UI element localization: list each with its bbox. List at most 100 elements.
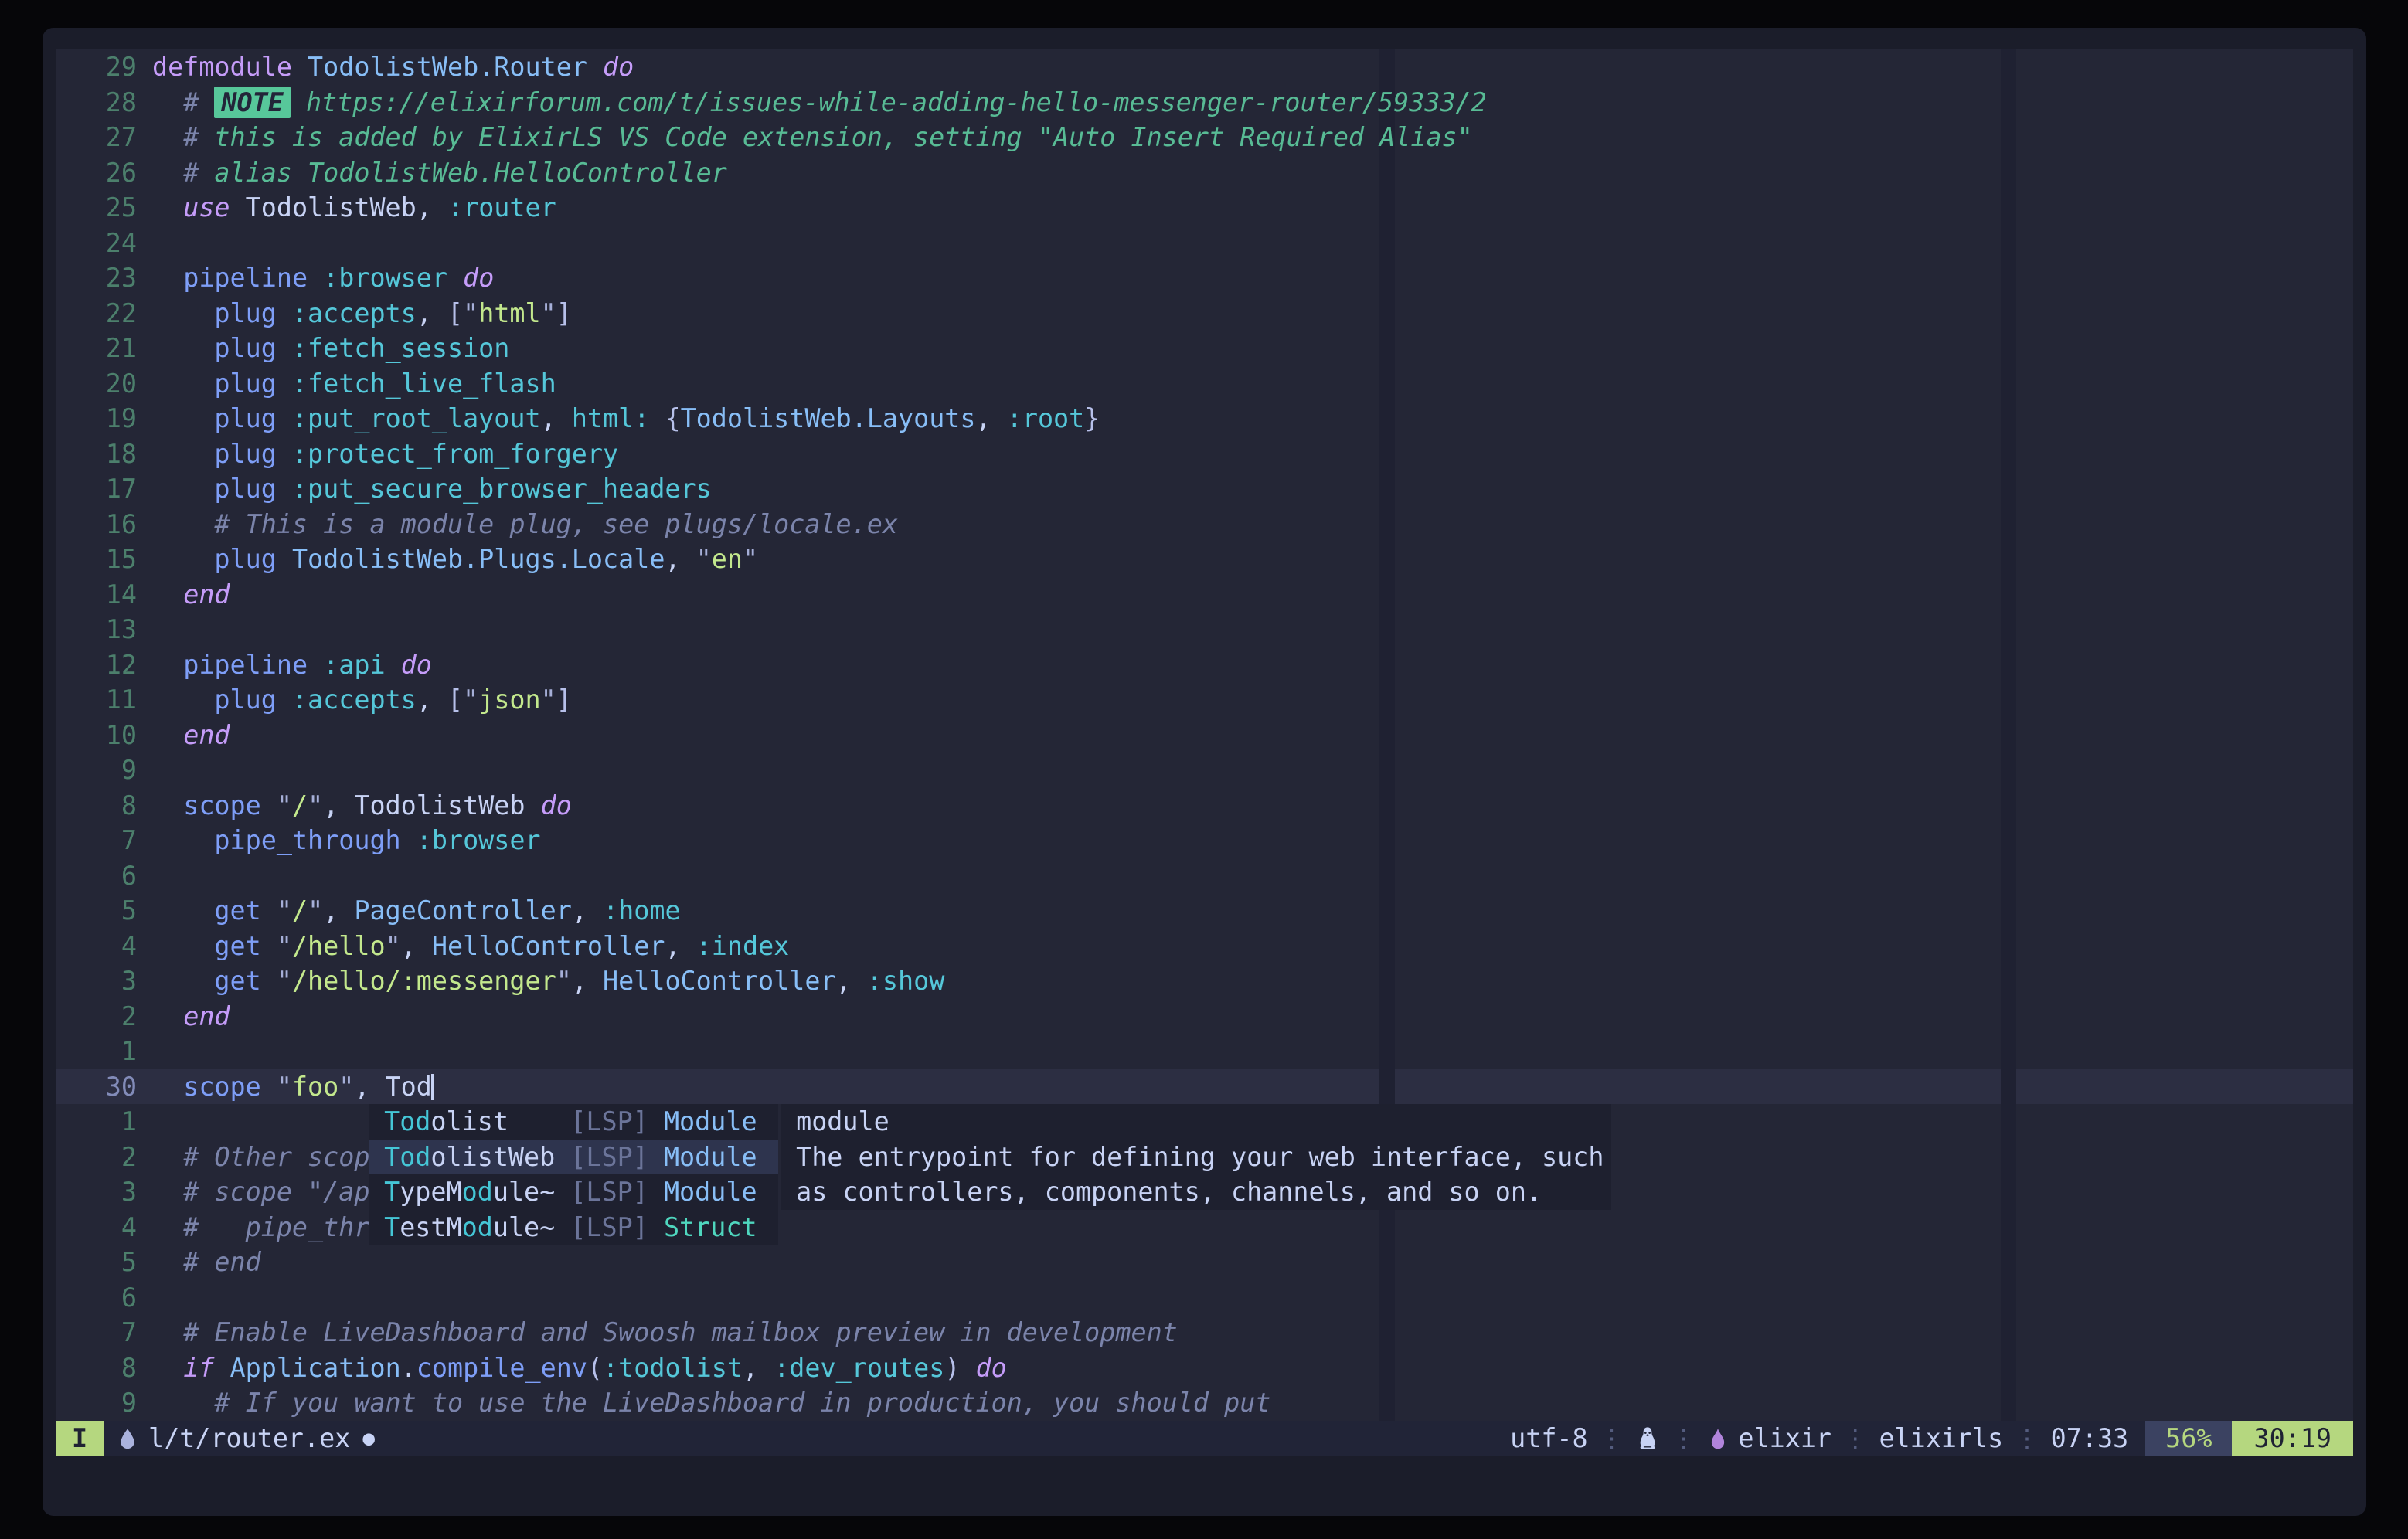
line-number: 28 [56, 85, 152, 121]
editor-pane[interactable]: 29defmodule TodolistWeb.Router do28 # NO… [56, 49, 2353, 1421]
code-line[interactable]: 5 # end [56, 1245, 2353, 1280]
line-number: 10 [56, 718, 152, 753]
line-number: 26 [56, 155, 152, 191]
line-number: 11 [56, 682, 152, 718]
screen: 29defmodule TodolistWeb.Router do28 # NO… [0, 0, 2408, 1539]
code-line[interactable]: 18 plug :protect_from_forgery [56, 437, 2353, 472]
code-line[interactable]: 9 [56, 753, 2353, 788]
clock: 07:33 [2051, 1423, 2129, 1453]
statusline-right: utf-8 ⋮ ⋮ elixir ⋮ elixirls ⋮ 07:33 56% … [1510, 1421, 2353, 1456]
line-number: 27 [56, 120, 152, 155]
line-number: 4 [56, 929, 152, 964]
code-line[interactable]: 4 get "/hello", HelloController, :index [56, 929, 2353, 964]
separator-icon: ⋮ [1842, 1423, 1868, 1453]
completion-docs: moduleThe entrypoint for defining your w… [781, 1104, 1611, 1210]
linux-penguin-icon [1635, 1425, 1660, 1452]
code-line[interactable]: 30 scope "foo", Tod [56, 1069, 2353, 1105]
statusline: I l/t/router.ex ● utf-8 ⋮ ⋮ elixir ⋮ eli… [56, 1421, 2353, 1456]
code-line[interactable]: 8 scope "/", TodolistWeb do [56, 788, 2353, 824]
code-line[interactable]: 2 end [56, 999, 2353, 1034]
code-line[interactable]: 20 plug :fetch_live_flash [56, 366, 2353, 402]
line-number: 2 [56, 1140, 152, 1175]
line-number: 1 [56, 1034, 152, 1069]
code-line[interactable]: 25 use TodolistWeb, :router [56, 190, 2353, 226]
code-line[interactable]: 23 pipeline :browser do [56, 260, 2353, 296]
completion-item[interactable]: TodolistWeb[LSP] Module [369, 1140, 778, 1175]
line-number: 5 [56, 1245, 152, 1280]
completion-item[interactable]: TypeModule~[LSP] Module [369, 1174, 778, 1210]
text-cursor [431, 1074, 434, 1100]
line-number: 6 [56, 858, 152, 894]
line-number: 21 [56, 331, 152, 366]
line-number: 19 [56, 401, 152, 437]
line-number: 15 [56, 542, 152, 577]
elixir-droplet-icon [1707, 1425, 1729, 1452]
mode-indicator: I [56, 1421, 104, 1456]
cursor-position: 30:19 [2232, 1421, 2353, 1456]
code-line[interactable]: 6 [56, 1280, 2353, 1316]
code-line[interactable]: 5 get "/", PageController, :home [56, 893, 2353, 929]
code-line[interactable]: 9 # If you want to use the LiveDashboard… [56, 1385, 2353, 1421]
doc-line: The entrypoint for defining your web int… [781, 1140, 1611, 1175]
line-number: 22 [56, 296, 152, 331]
line-number: 18 [56, 437, 152, 472]
filename: l/t/router.ex [148, 1423, 350, 1453]
doc-line: module [781, 1104, 1611, 1140]
code-line[interactable]: 11 plug :accepts, ["json"] [56, 682, 2353, 718]
code-line[interactable]: 13 [56, 612, 2353, 647]
line-number: 14 [56, 577, 152, 613]
code-line[interactable]: 29defmodule TodolistWeb.Router do [56, 49, 2353, 85]
separator-icon: ⋮ [2014, 1423, 2039, 1453]
code-line[interactable]: 1 [56, 1034, 2353, 1069]
code-line[interactable]: 7 # Enable LiveDashboard and Swoosh mail… [56, 1315, 2353, 1350]
line-number: 29 [56, 49, 152, 85]
code-line[interactable]: 17 plug :put_secure_browser_headers [56, 471, 2353, 507]
code-line[interactable]: 7 pipe_through :browser [56, 823, 2353, 858]
code-line[interactable]: 21 plug :fetch_session [56, 331, 2353, 366]
line-number: 7 [56, 1315, 152, 1350]
scroll-percent: 56% [2145, 1421, 2232, 1456]
code-line[interactable]: 16 # This is a module plug, see plugs/lo… [56, 507, 2353, 542]
line-number: 9 [56, 753, 152, 788]
line-number: 17 [56, 471, 152, 507]
line-number: 9 [56, 1385, 152, 1421]
line-number: 3 [56, 963, 152, 999]
line-number: 24 [56, 226, 152, 261]
code-line[interactable]: 26 # alias TodolistWeb.HelloController [56, 155, 2353, 191]
code-line[interactable]: 14 end [56, 577, 2353, 613]
modified-indicator: ● [362, 1427, 375, 1450]
code-line[interactable]: 12 pipeline :api do [56, 647, 2353, 683]
line-number: 13 [56, 612, 152, 647]
code-line[interactable]: 6 [56, 858, 2353, 894]
lsp-client: elixirls [1879, 1423, 2003, 1453]
code-line[interactable]: 8 if Application.compile_env(:todolist, … [56, 1350, 2353, 1386]
line-number: 12 [56, 647, 152, 683]
completion-item[interactable]: Todolist[LSP] Module [369, 1104, 778, 1140]
terminal-window: 29defmodule TodolistWeb.Router do28 # NO… [43, 28, 2366, 1516]
line-number: 5 [56, 893, 152, 929]
line-number: 1 [56, 1104, 152, 1140]
code-line[interactable]: 15 plug TodolistWeb.Plugs.Locale, "en" [56, 542, 2353, 577]
line-number: 4 [56, 1210, 152, 1245]
line-number: 20 [56, 366, 152, 402]
code-line[interactable]: 24 [56, 226, 2353, 261]
line-number: 8 [56, 788, 152, 824]
line-number: 6 [56, 1280, 152, 1316]
line-number: 25 [56, 190, 152, 226]
line-number: 8 [56, 1350, 152, 1386]
line-number: 3 [56, 1174, 152, 1210]
completion-popup[interactable]: Todolist[LSP] ModuleTodolistWeb[LSP] Mod… [369, 1104, 778, 1245]
filetype: elixir [1738, 1423, 1832, 1453]
line-number: 16 [56, 507, 152, 542]
code-line[interactable]: 22 plug :accepts, ["html"] [56, 296, 2353, 331]
code-line[interactable]: 10 end [56, 718, 2353, 753]
code-line[interactable]: 3 get "/hello/:messenger", HelloControll… [56, 963, 2353, 999]
code-line[interactable]: 28 # NOTE https://elixirforum.com/t/issu… [56, 85, 2353, 121]
line-number: 7 [56, 823, 152, 858]
code-line[interactable]: 27 # this is added by ElixirLS VS Code e… [56, 120, 2353, 155]
completion-item[interactable]: TestModule~[LSP] Struct [369, 1210, 778, 1245]
encoding: utf-8 [1510, 1423, 1588, 1453]
line-number: 23 [56, 260, 152, 296]
code-line[interactable]: 19 plug :put_root_layout, html: {Todolis… [56, 401, 2353, 437]
droplet-icon [116, 1425, 139, 1452]
